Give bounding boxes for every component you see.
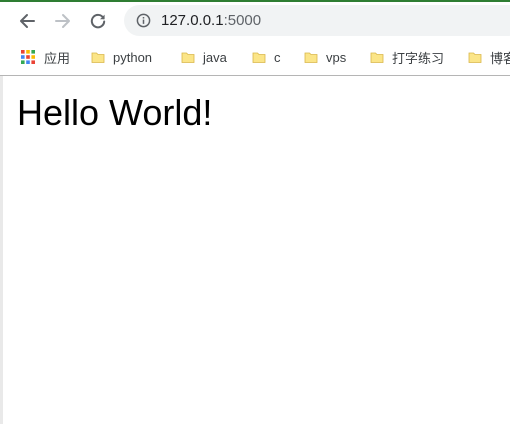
bookmark-label: python	[113, 49, 153, 65]
bookmark-apps[interactable]: 应用	[20, 47, 70, 67]
bookmark-java[interactable]: java	[181, 47, 227, 67]
folder-icon	[252, 52, 266, 63]
page-content: Hello World!	[0, 76, 510, 424]
bookmark-c[interactable]: c	[252, 47, 281, 67]
folder-icon	[91, 52, 105, 63]
address-bar[interactable]: 127.0.0.1:5000	[124, 5, 510, 36]
info-icon[interactable]	[136, 13, 151, 28]
arrow-left-icon	[20, 14, 35, 28]
bookmarks-bar: 应用 python java c vps 打字练习 博客	[0, 40, 510, 72]
bookmark-blog[interactable]: 博客	[468, 47, 510, 67]
url-port: :5000	[223, 12, 262, 29]
folder-icon	[304, 52, 318, 63]
bookmark-label: c	[274, 49, 281, 65]
url-host: 127.0.0.1	[161, 12, 224, 29]
reload-button[interactable]	[85, 8, 111, 34]
window-left-edge	[0, 76, 3, 424]
back-button[interactable]	[14, 8, 40, 34]
forward-button[interactable]	[50, 8, 76, 34]
bookmark-label: java	[203, 49, 227, 65]
page-heading: Hello World!	[17, 92, 213, 133]
bookmark-label: 博客	[490, 50, 510, 66]
bookmark-label: 打字练习	[392, 50, 445, 66]
bookmark-vps[interactable]: vps	[304, 47, 346, 67]
reload-icon	[90, 13, 106, 29]
arrow-right-icon	[55, 14, 70, 28]
folder-icon	[468, 52, 482, 63]
browser-toolbar: 127.0.0.1:5000	[0, 2, 510, 38]
apps-grid-icon	[21, 50, 35, 64]
bookmark-typing-practice[interactable]: 打字练习	[370, 47, 444, 67]
folder-icon	[370, 52, 384, 63]
bookmark-python[interactable]: python	[91, 47, 152, 67]
url-text[interactable]: 127.0.0.1:5000	[161, 12, 261, 29]
bookmark-label: vps	[326, 49, 347, 65]
folder-icon	[181, 52, 195, 63]
bookmark-label: 应用	[44, 50, 71, 66]
